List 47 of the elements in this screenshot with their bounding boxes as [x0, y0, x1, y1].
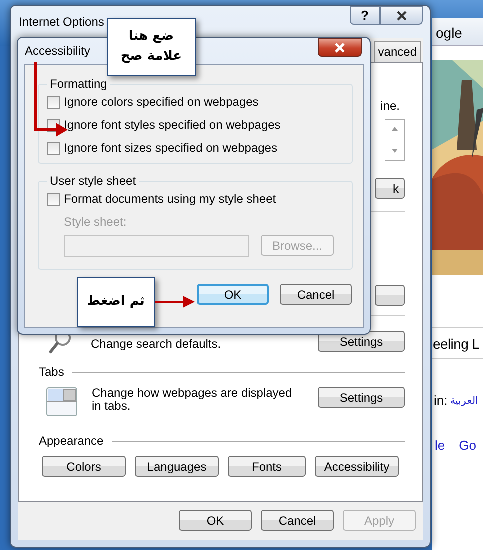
description-text: ine. [380, 99, 400, 113]
checkbox[interactable] [47, 96, 60, 108]
checkbox-label: Ignore font styles specified on webpages [64, 118, 281, 132]
help-button[interactable]: ? [350, 6, 380, 25]
link[interactable]: le [435, 438, 446, 453]
checkbox-label: Ignore font sizes specified on webpages [64, 141, 278, 155]
headline: eeling L [432, 327, 483, 359]
arrow [155, 296, 195, 308]
settings-button[interactable]: Settings [318, 387, 405, 408]
close-icon [334, 42, 346, 54]
button[interactable]: k [375, 178, 405, 199]
scroll-up-icon [390, 126, 398, 132]
section-heading: Appearance [39, 434, 104, 448]
button[interactable]: Accessibility [315, 456, 399, 477]
language-label: in: [434, 393, 448, 408]
list-box[interactable] [385, 119, 405, 161]
callout-box: ضع هنا علامة صح [107, 18, 196, 76]
section-heading: Tabs [39, 365, 64, 379]
window-title: Accessibility [24, 44, 90, 58]
button[interactable]: Colors [42, 456, 126, 477]
close-icon [396, 10, 408, 22]
search-description: Change search defaults. [91, 337, 222, 351]
checkbox[interactable] [47, 192, 60, 206]
link[interactable]: Go [459, 438, 476, 453]
window-title: Internet Options [18, 15, 104, 29]
field-label: Style sheet: [64, 215, 128, 229]
button[interactable]: OK [179, 510, 252, 531]
scroll-down-icon [390, 148, 398, 154]
button[interactable]: OK [197, 284, 269, 305]
button[interactable]: Languages [135, 456, 219, 477]
checkbox-label: Format documents using my style sheet [64, 192, 276, 206]
group-heading: User style sheet [49, 174, 138, 188]
browser-tab[interactable]: ogle [432, 18, 483, 46]
button[interactable]: Cancel [280, 284, 352, 305]
close-button[interactable] [380, 6, 423, 25]
button[interactable] [375, 285, 405, 306]
close-button[interactable] [318, 38, 362, 57]
button[interactable]: Fonts [228, 456, 306, 477]
button[interactable]: Cancel [261, 510, 334, 531]
checkbox-label: Ignore colors specified on webpages [64, 95, 259, 109]
language-link[interactable]: العربية [450, 394, 479, 406]
tabs-description: Change how webpages are displayed in tabs. [92, 387, 294, 413]
checkbox[interactable] [47, 142, 60, 154]
callout-box: ثم اضغط [77, 277, 155, 327]
tabbed-window-icon [46, 387, 78, 417]
group-heading: Formatting [49, 77, 108, 91]
tab[interactable]: vanced [374, 41, 421, 62]
